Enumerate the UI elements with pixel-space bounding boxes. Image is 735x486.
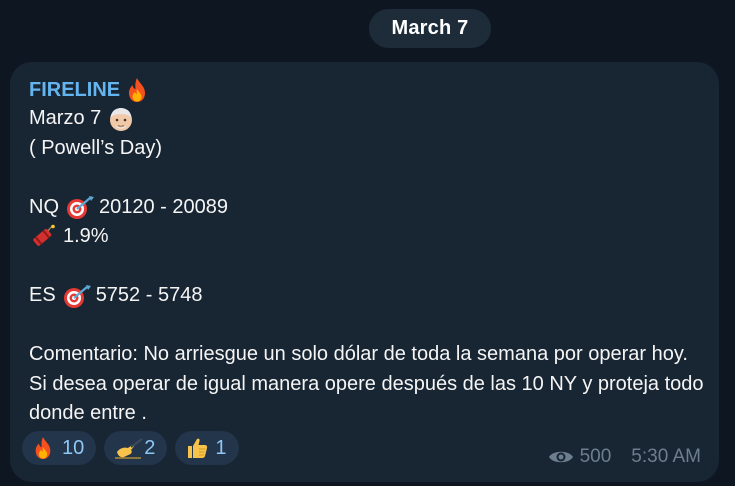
risk-value: 1.9% (63, 225, 109, 247)
target-icon (62, 283, 92, 309)
date-separator: March 7 (369, 9, 491, 48)
reaction-count: 10 (62, 436, 85, 459)
writing-hand-icon (114, 436, 143, 460)
dynamite-icon (29, 224, 55, 250)
message-time: 5:30 AM (631, 446, 701, 467)
view-count: 500 (579, 446, 612, 467)
comment-paragraph: Comentario: No arriesgue un solo dólar d… (29, 343, 704, 424)
risk-line: 1.9% (29, 222, 709, 252)
fire-icon (125, 77, 149, 103)
sender-name-row[interactable]: FIRELINE (29, 76, 149, 104)
subtitle-text: ( Powell’s Day) (29, 136, 162, 159)
target-icon (65, 194, 95, 220)
message-bubble[interactable]: FIRELINE Marzo 7 ( Powell’s Day) NQ 2012… (10, 62, 719, 482)
es-label: ES (29, 284, 56, 306)
reaction-writing-hand[interactable]: 2 (104, 431, 168, 465)
subtitle-line: ( Powell’s Day) (29, 134, 709, 164)
date-text: Marzo 7 (29, 107, 102, 129)
reaction-fire[interactable]: 10 (22, 431, 97, 465)
reaction-count: 2 (144, 436, 156, 459)
fire-icon (32, 436, 56, 460)
nq-range: 20120 - 20089 (99, 195, 229, 218)
sender-name[interactable]: FIRELINE (29, 76, 120, 104)
date-line: Marzo 7 (29, 104, 709, 134)
message-meta: 500 5:30 AM (548, 446, 701, 468)
thumbs-up-icon (185, 436, 209, 460)
reaction-count: 1 (215, 436, 227, 459)
reaction-thumbs-up[interactable]: 1 (175, 431, 239, 465)
es-range: 5752 - 5748 (95, 284, 203, 306)
nq-label: NQ (29, 195, 59, 218)
old-man-icon (108, 106, 134, 132)
eye-icon (548, 448, 574, 466)
reactions-bar: 10 2 1 (22, 431, 239, 465)
nq-line: NQ 20120 - 20089 (29, 193, 709, 223)
message-text: Marzo 7 ( Powell’s Day) NQ 20120 - 20089… (29, 104, 709, 429)
es-line: ES 5752 - 5748 (29, 281, 709, 311)
